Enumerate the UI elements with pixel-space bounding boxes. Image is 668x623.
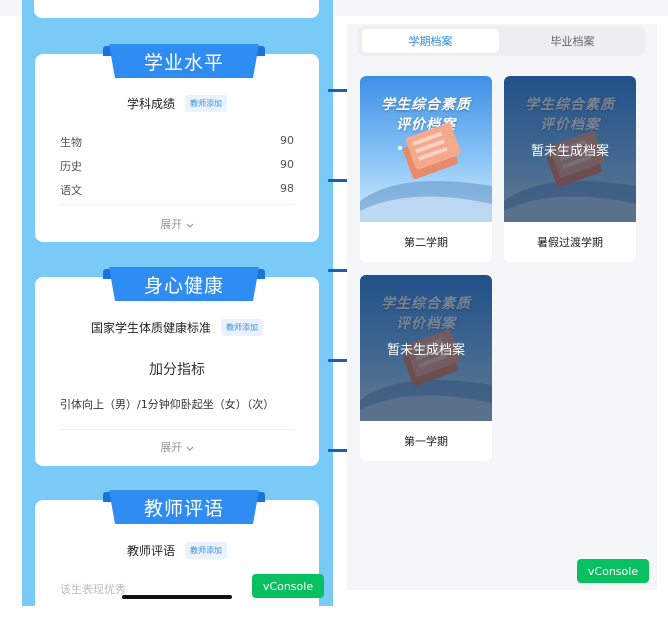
- teacher-added-badge: 教师添加: [221, 319, 263, 336]
- subject-score: 90: [280, 134, 294, 147]
- previous-card-edge: [34, 0, 319, 18]
- subtitle: 教师评语: [126, 544, 175, 558]
- expand-button[interactable]: 展开: [35, 439, 319, 455]
- vconsole-button[interactable]: vConsole: [577, 559, 649, 583]
- expand-label: 展开: [160, 218, 183, 231]
- subtitle-row: 教师评语 教师添加: [35, 542, 319, 559]
- semester-card[interactable]: 学生综合素质 评价档案 第二学期: [360, 76, 492, 262]
- section-title: 学业水平: [109, 44, 259, 78]
- divider: [60, 204, 294, 205]
- grade-row: 历史 90: [60, 158, 294, 174]
- cover-title: 学生综合素质: [525, 97, 615, 113]
- tab-graduation-archive[interactable]: 毕业档案: [504, 29, 641, 53]
- divider: [60, 429, 294, 430]
- archive-status: 暂未生成档案: [386, 343, 465, 358]
- cover-title: 评价档案: [396, 316, 456, 332]
- expand-label: 展开: [160, 441, 183, 454]
- tab-semester-archive[interactable]: 学期档案: [362, 29, 499, 53]
- vconsole-button[interactable]: vConsole: [252, 574, 324, 598]
- section-title: 身心健康: [109, 267, 259, 301]
- archive-cover-image: 学生综合素质 评价档案 暂未生成档案: [360, 275, 492, 421]
- physical-health-card: 身心健康 国家学生体质健康标准 教师添加 加分指标 引体向上（男）/1分钟仰卧起…: [35, 267, 319, 466]
- section-title: 教师评语: [109, 490, 259, 524]
- comment-text: 该生表现优秀: [60, 583, 126, 596]
- cover-title: 评价档案: [540, 117, 600, 133]
- grade-row: 语文 98: [60, 182, 294, 198]
- teacher-added-badge: 教师添加: [185, 95, 227, 112]
- expand-button[interactable]: 展开: [35, 216, 319, 232]
- grade-row: 生物 90: [60, 134, 294, 150]
- teacher-added-badge: 教师添加: [185, 542, 227, 559]
- bonus-title: 加分指标: [149, 362, 205, 378]
- semester-label: 第一学期: [404, 435, 448, 448]
- subject-score: 90: [280, 158, 294, 171]
- semester-card[interactable]: 学生综合素质 评价档案 暂未生成档案 第一学期: [360, 275, 492, 461]
- semester-card[interactable]: 学生综合素质 评价档案 暂未生成档案 暑假过渡学期: [504, 76, 636, 262]
- archive-cover-image: 学生综合素质 评价档案: [360, 76, 492, 222]
- chevron-down-icon: [186, 219, 194, 232]
- subtitle: 学科成绩: [126, 97, 175, 111]
- subtitle: 国家学生体质健康标准: [90, 321, 211, 335]
- subject-name: 生物: [60, 136, 82, 149]
- archive-cover-image: 学生综合素质 评价档案 暂未生成档案: [504, 76, 636, 222]
- cover-title: 学生综合素质: [381, 296, 471, 312]
- subtitle-row: 学科成绩 教师添加: [35, 95, 319, 112]
- section-ribbon: 教师评语: [103, 490, 265, 524]
- home-indicator: [122, 595, 232, 599]
- section-ribbon: 学业水平: [103, 44, 265, 78]
- section-ribbon: 身心健康: [103, 267, 265, 301]
- archive-panel: 学期档案 毕业档案 学生综合素质 评价档案 第二学期 学生综合素质 评价档案 暂…: [347, 24, 657, 590]
- subject-name: 语文: [60, 184, 82, 197]
- archive-status: 暂未生成档案: [530, 144, 609, 159]
- subject-score: 98: [280, 182, 294, 195]
- semester-label: 第二学期: [404, 236, 448, 249]
- semester-label: 暑假过渡学期: [537, 236, 603, 249]
- chevron-down-icon: [186, 442, 194, 455]
- subject-name: 历史: [60, 160, 82, 173]
- archive-tabs: 学期档案 毕业档案: [358, 26, 645, 56]
- academic-level-card: 学业水平 学科成绩 教师添加 生物 90 历史 90 语文 98 展开: [35, 44, 319, 242]
- growth-record-panel: 学业水平 学科成绩 教师添加 生物 90 历史 90 语文 98 展开 身心健康…: [22, 0, 333, 606]
- bonus-item: 引体向上（男）/1分钟仰卧起坐（女）（次）: [60, 398, 275, 411]
- subtitle-row: 国家学生体质健康标准 教师添加: [35, 319, 319, 336]
- book-illustration-icon: [360, 122, 492, 222]
